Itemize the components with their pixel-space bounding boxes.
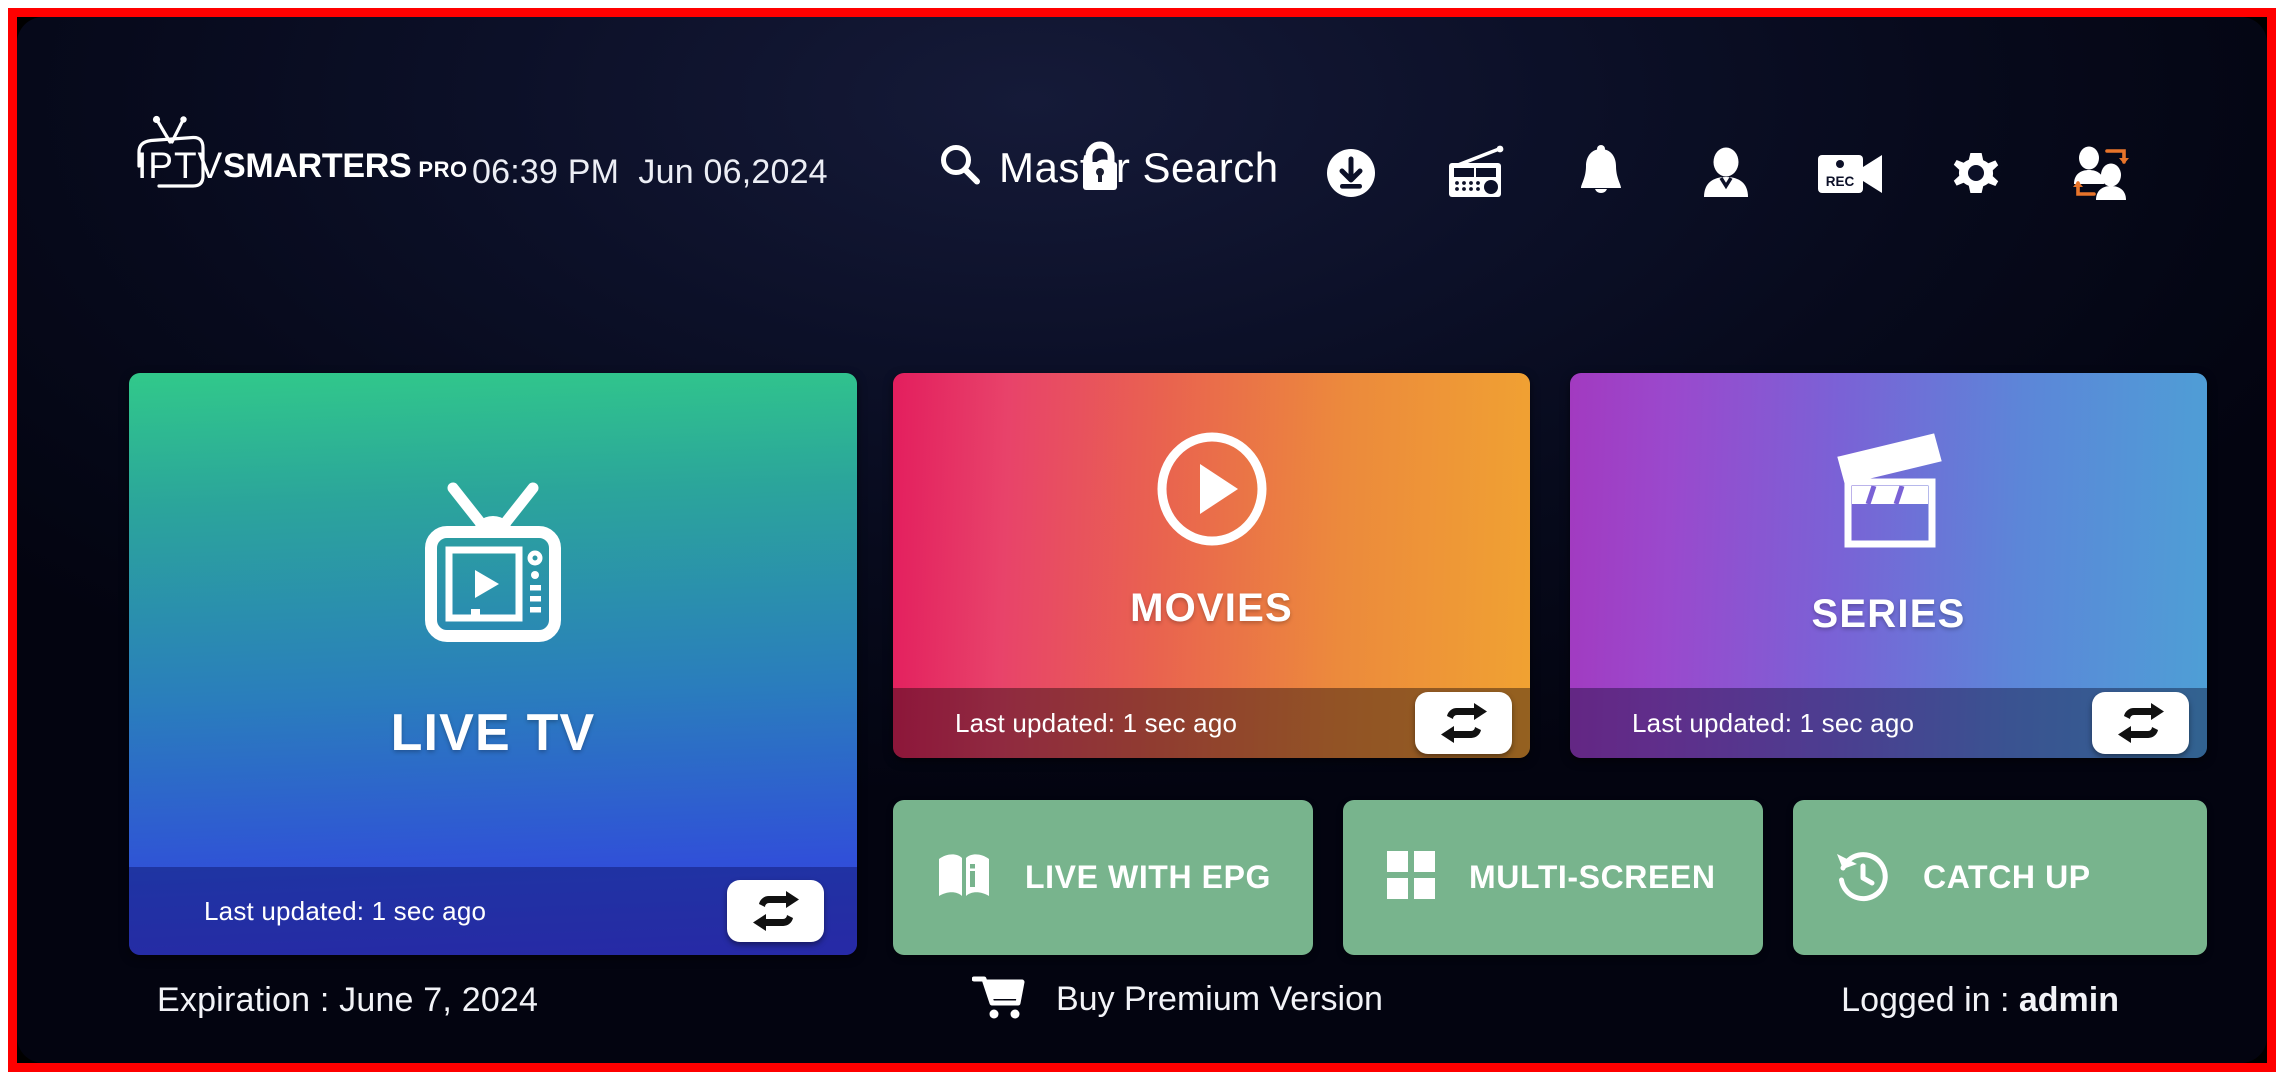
lock-icon xyxy=(1077,141,1123,195)
toolbar-icons: REC xyxy=(1288,137,2163,209)
button-catch-up-label: CATCH UP xyxy=(1923,859,2091,895)
expiration-text: Expiration : June 7, 2024 xyxy=(157,981,539,1019)
card-movies[interactable]: MOVIES Last updated: 1 sec ago xyxy=(893,373,1530,758)
tv-play-icon xyxy=(413,478,573,651)
radio-icon[interactable] xyxy=(1413,137,1538,209)
card-live-tv-updated: Last updated: 1 sec ago xyxy=(204,895,487,926)
card-series[interactable]: SERIES Last updated: 1 sec ago xyxy=(1570,373,2207,758)
app-frame: IPTV SMARTERS PRO 06:39 PM Jun 06,2024 M… xyxy=(8,8,2276,1072)
play-circle-icon xyxy=(1154,431,1270,552)
card-live-tv[interactable]: LIVE TV Last updated: 1 sec ago xyxy=(129,373,857,955)
account-icon[interactable] xyxy=(1663,137,1788,209)
switch-user-icon[interactable] xyxy=(2038,137,2163,209)
button-catch-up[interactable]: CATCH UP xyxy=(1793,800,2207,955)
buy-premium-label: Buy Premium Version xyxy=(1056,980,1383,1018)
refresh-series-button[interactable] xyxy=(2092,692,2189,754)
card-live-tv-title: LIVE TV xyxy=(390,703,596,762)
refresh-movies-button[interactable] xyxy=(1415,692,1512,754)
logo-smarters-text: SMARTERS xyxy=(223,147,412,185)
svg-text:REC: REC xyxy=(1825,174,1854,189)
logged-in-status: Logged in : admin xyxy=(1841,981,2119,1020)
clapperboard-icon xyxy=(1828,425,1950,558)
app-screen: IPTV SMARTERS PRO 06:39 PM Jun 06,2024 M… xyxy=(17,17,2267,1063)
card-movies-footer: Last updated: 1 sec ago xyxy=(893,688,1530,758)
card-series-body: SERIES xyxy=(1570,373,2207,688)
button-multi-screen-label: MULTI-SCREEN xyxy=(1469,859,1716,895)
master-search-label: Master Search xyxy=(999,143,1279,191)
cart-icon xyxy=(971,973,1026,1026)
tv-logo-icon: IPTV xyxy=(129,112,224,188)
card-movies-title: MOVIES xyxy=(1130,585,1293,630)
card-series-footer: Last updated: 1 sec ago xyxy=(1570,688,2207,758)
logo-pro-text: PRO xyxy=(418,157,468,182)
main-grid: LIVE TV Last updated: 1 sec ago MOVIES L… xyxy=(129,373,2207,955)
logo-iptv-text: IPTV xyxy=(137,145,224,186)
button-live-with-epg-label: LIVE WITH EPG xyxy=(1025,859,1272,895)
card-movies-updated: Last updated: 1 sec ago xyxy=(955,707,1238,738)
buy-premium-button[interactable]: Buy Premium Version xyxy=(971,973,1383,1026)
button-multi-screen[interactable]: MULTI-SCREEN xyxy=(1343,800,1763,955)
rec-camera-icon[interactable]: REC xyxy=(1788,137,1913,209)
app-logo: IPTV SMARTERS PRO xyxy=(129,112,468,188)
card-series-title: SERIES xyxy=(1811,591,1966,636)
bell-icon[interactable] xyxy=(1538,137,1663,209)
search-icon xyxy=(937,142,983,193)
grid-four-icon xyxy=(1385,849,1437,906)
gear-icon[interactable] xyxy=(1913,137,2038,209)
refresh-live-tv-button[interactable] xyxy=(727,880,824,942)
card-live-tv-footer: Last updated: 1 sec ago xyxy=(129,867,857,955)
download-icon[interactable] xyxy=(1288,137,1413,209)
history-clock-icon xyxy=(1835,848,1891,907)
book-info-icon xyxy=(935,849,993,906)
card-movies-body: MOVIES xyxy=(893,373,1530,688)
card-live-tv-body: LIVE TV xyxy=(129,373,857,867)
button-live-with-epg[interactable]: LIVE WITH EPG xyxy=(893,800,1313,955)
top-bar: IPTV SMARTERS PRO 06:39 PM Jun 06,2024 M… xyxy=(17,17,2267,272)
datetime-display: 06:39 PM Jun 06,2024 xyxy=(472,153,828,191)
card-series-updated: Last updated: 1 sec ago xyxy=(1632,707,1915,738)
logged-in-prefix: Logged in : xyxy=(1841,981,2019,1019)
footer-bar: Expiration : June 7, 2024 Buy Premium Ve… xyxy=(17,945,2267,1063)
logged-in-username: admin xyxy=(2018,981,2119,1019)
